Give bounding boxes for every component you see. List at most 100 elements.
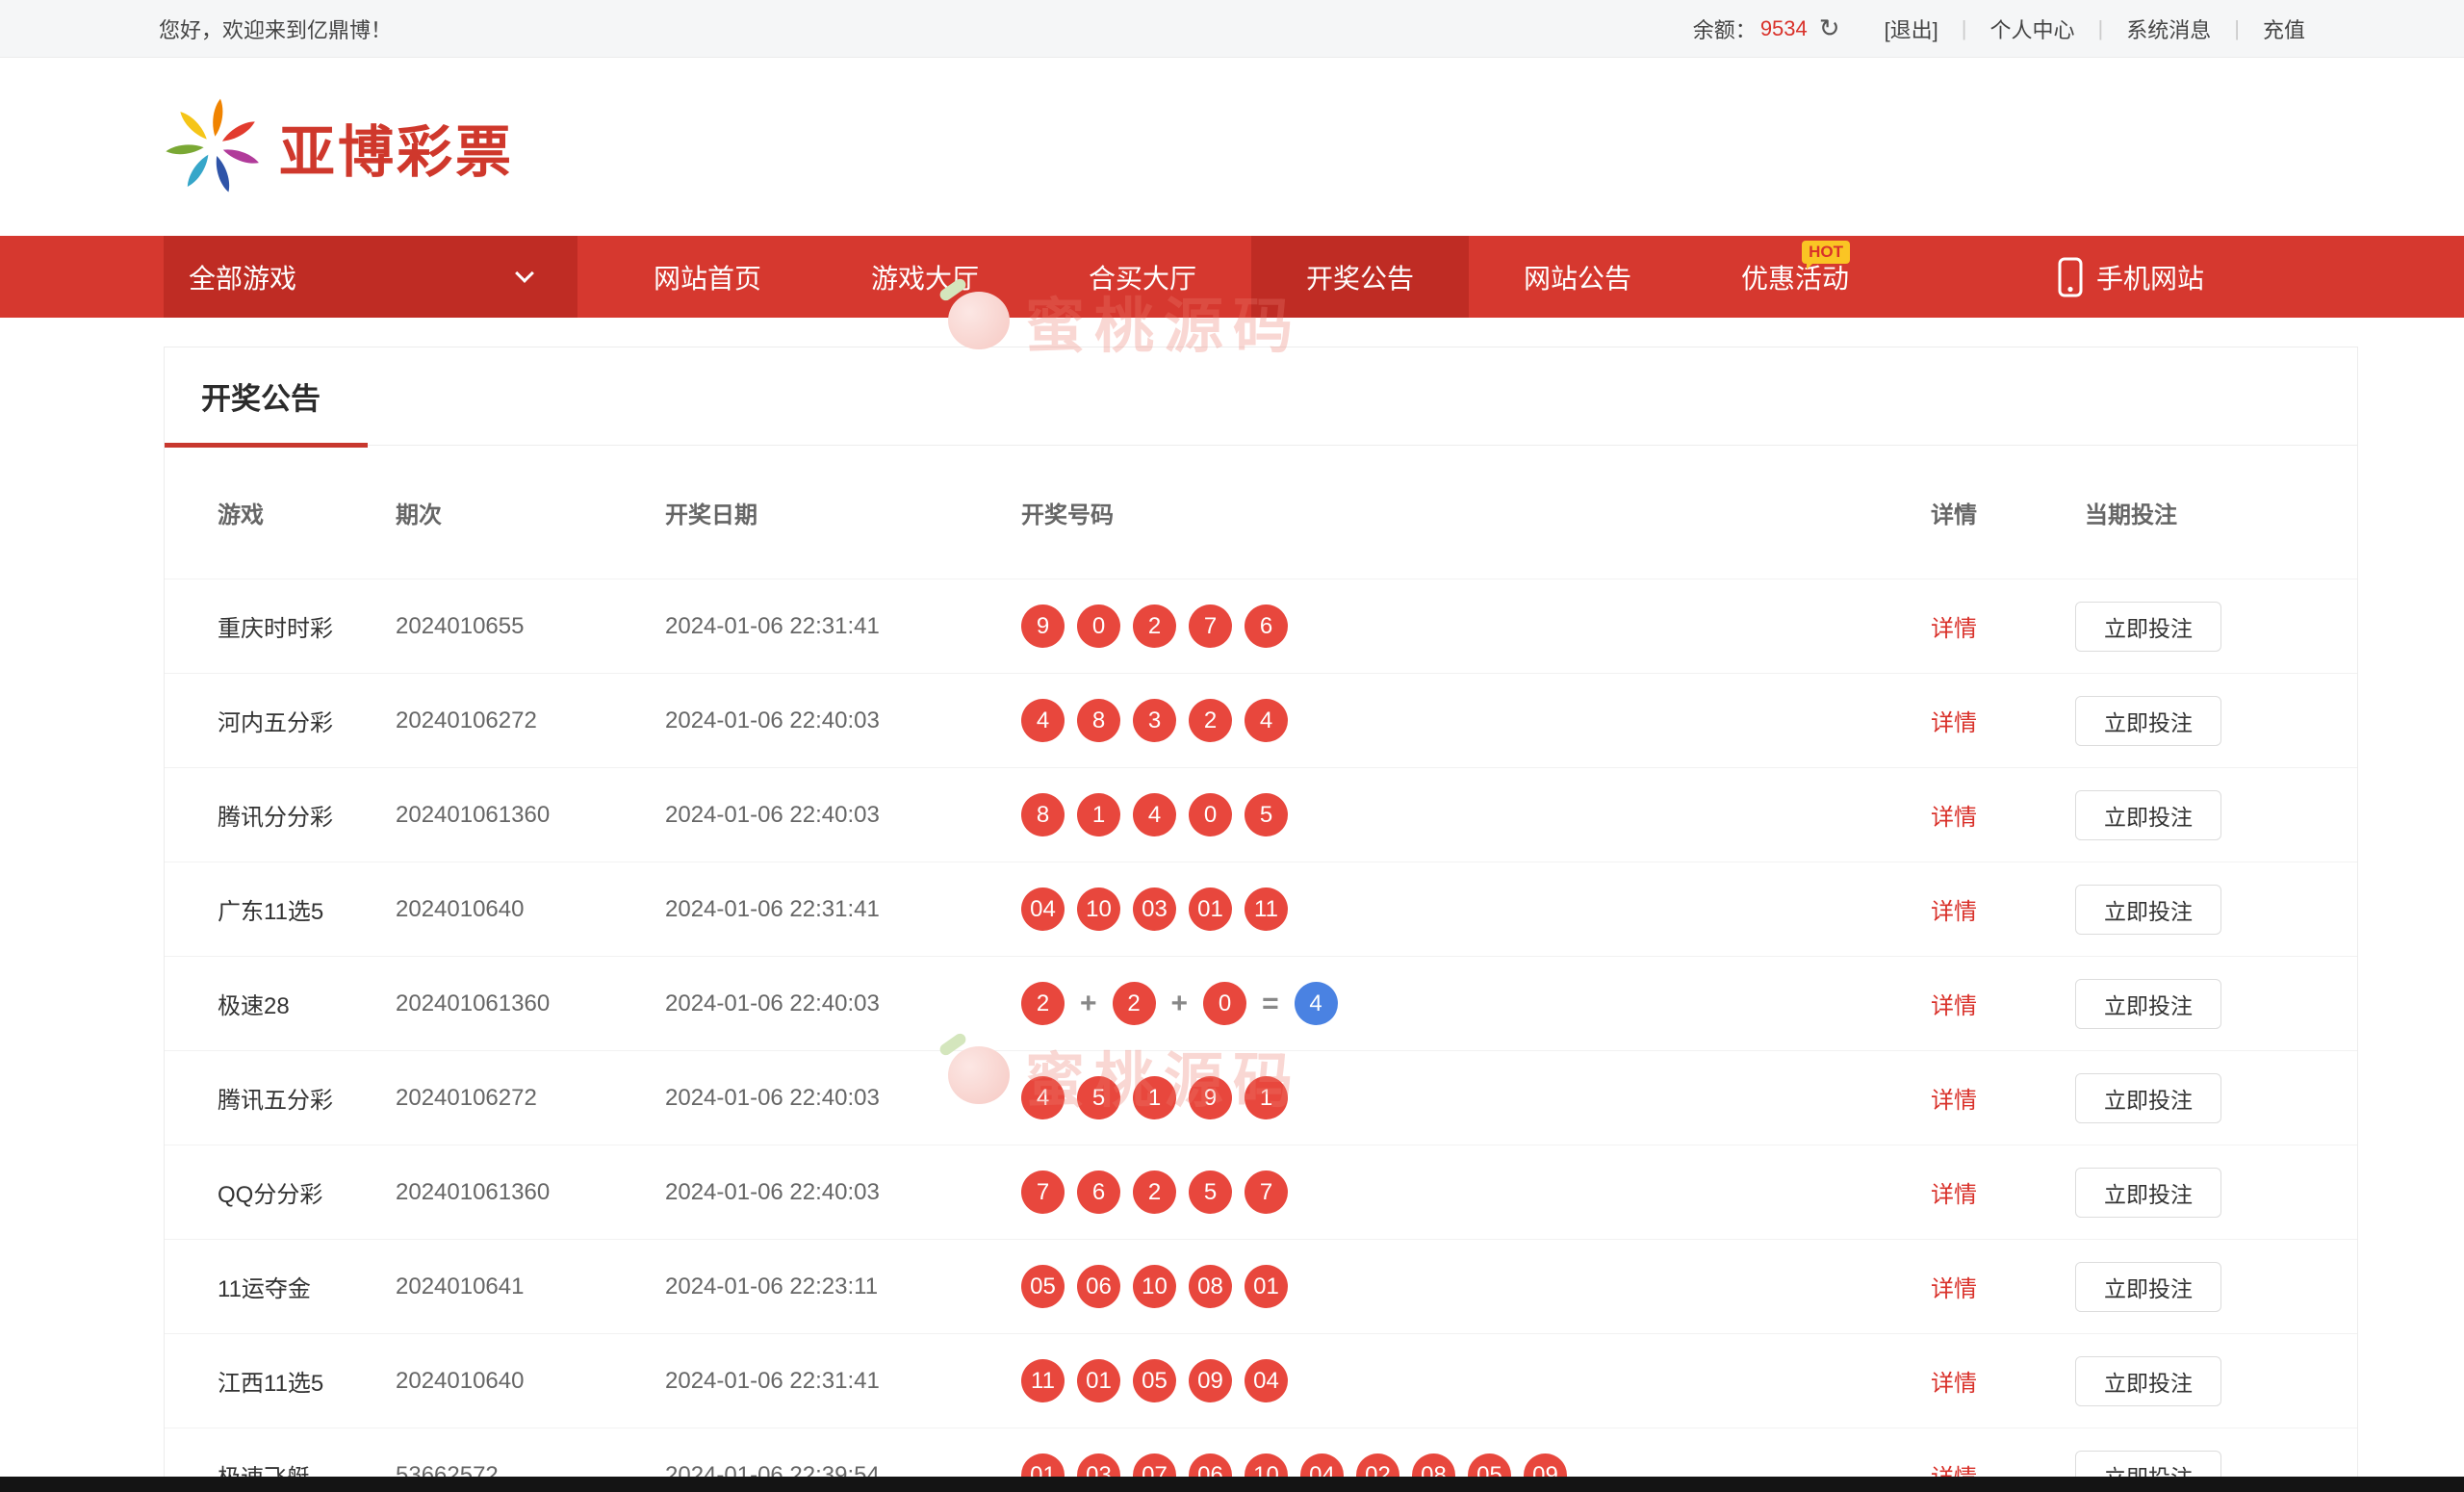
phone-icon xyxy=(2058,257,2083,297)
bet-cell: 立即投注 xyxy=(2046,885,2357,935)
detail-link[interactable]: 详情 xyxy=(1931,1088,1977,1114)
bet-now-button[interactable]: 立即投注 xyxy=(2075,790,2221,840)
separator: | xyxy=(1962,16,1967,41)
bet-now-button[interactable]: 立即投注 xyxy=(2075,1356,2221,1406)
separator: | xyxy=(2234,16,2240,41)
table-row: 河内五分彩202401062722024-01-06 22:40:0348324… xyxy=(165,673,2357,767)
detail-link[interactable]: 详情 xyxy=(1931,1371,1977,1397)
logout-link[interactable]: [退出] xyxy=(1885,13,1938,44)
lottery-ball: 4 xyxy=(1245,699,1288,742)
lottery-ball: 4 xyxy=(1021,1076,1065,1119)
site-header: 亚博彩票 xyxy=(0,58,2464,236)
draw-numbers: 1101050904 xyxy=(1021,1359,1931,1402)
lottery-ball: 1 xyxy=(1245,1076,1288,1119)
lottery-ball: 7 xyxy=(1245,1170,1288,1214)
brand-logo[interactable]: 亚博彩票 xyxy=(164,94,514,199)
balance-value: 9534 xyxy=(1760,16,1808,41)
nav-item-2[interactable]: 合买大厅 xyxy=(1034,236,1251,318)
nav-items: 网站首页游戏大厅合买大厅 开奖公告 网站公告 优惠活动HOT手机网站 xyxy=(599,236,2358,318)
operator: + xyxy=(1171,988,1189,1020)
draw-date: 2024-01-06 22:40:03 xyxy=(665,1085,1021,1112)
lottery-ball: 0 xyxy=(1203,982,1246,1025)
bet-now-button[interactable]: 立即投注 xyxy=(2075,1168,2221,1218)
draw-numbers: 0410030111 xyxy=(1021,887,1931,931)
period-number: 2024010640 xyxy=(396,1368,665,1395)
detail-link[interactable]: 详情 xyxy=(1931,616,1977,642)
lottery-ball: 03 xyxy=(1133,887,1176,931)
detail-link[interactable]: 详情 xyxy=(1931,1276,1977,1302)
lottery-ball: 8 xyxy=(1021,793,1065,836)
period-number: 20240106272 xyxy=(396,707,665,734)
nav-item-3[interactable]: 开奖公告 xyxy=(1251,236,1469,318)
detail-link[interactable]: 详情 xyxy=(1931,710,1977,736)
system-messages-link[interactable]: 系统消息 xyxy=(2126,13,2211,44)
lottery-ball: 9 xyxy=(1189,1076,1232,1119)
header-game: 游戏 xyxy=(218,496,396,529)
draw-date: 2024-01-06 22:40:03 xyxy=(665,1179,1021,1206)
bet-now-button[interactable]: 立即投注 xyxy=(2075,979,2221,1029)
lottery-ball: 2 xyxy=(1113,982,1156,1025)
lottery-ball: 4 xyxy=(1133,793,1176,836)
lottery-ball: 03 xyxy=(1077,1453,1120,1479)
lottery-ball: 10 xyxy=(1245,1453,1288,1479)
table-row: 腾讯五分彩202401062722024-01-06 22:40:0345191… xyxy=(165,1050,2357,1145)
bet-now-button[interactable]: 立即投注 xyxy=(2075,1073,2221,1123)
bet-cell: 立即投注 xyxy=(2046,979,2357,1029)
draw-numbers: 90276 xyxy=(1021,605,1931,648)
period-number: 2024010655 xyxy=(396,613,665,640)
lottery-ball: 05 xyxy=(1133,1359,1176,1402)
nav-item-6[interactable]: 手机网站 xyxy=(1904,236,2358,318)
user-center-link[interactable]: 个人中心 xyxy=(1990,13,2075,44)
pinwheel-logo-icon xyxy=(164,94,264,199)
balance-label: 余额： xyxy=(1693,13,1757,44)
detail-link[interactable]: 详情 xyxy=(1931,993,1977,1019)
detail-cell: 详情 xyxy=(1931,1175,2046,1209)
nav-item-5[interactable]: 优惠活动HOT xyxy=(1686,236,1904,318)
lottery-ball: 02 xyxy=(1356,1453,1399,1479)
detail-link[interactable]: 详情 xyxy=(1931,805,1977,831)
lottery-ball: 01 xyxy=(1077,1359,1120,1402)
lottery-ball: 1 xyxy=(1133,1076,1176,1119)
bet-now-button[interactable]: 立即投注 xyxy=(2075,1262,2221,1312)
game-name: 腾讯五分彩 xyxy=(218,1081,396,1115)
detail-cell: 详情 xyxy=(1931,798,2046,832)
lottery-ball: 5 xyxy=(1189,1170,1232,1214)
lottery-ball: 11 xyxy=(1245,887,1288,931)
lottery-ball: 1 xyxy=(1077,793,1120,836)
lottery-ball: 6 xyxy=(1245,605,1288,648)
game-name: 极速28 xyxy=(218,987,396,1020)
main-nav: 全部游戏 网站首页游戏大厅合买大厅 开奖公告 网站公告 优惠活动HOT手机网站 xyxy=(0,236,2464,318)
nav-item-4[interactable]: 网站公告 xyxy=(1469,236,1686,318)
table-row: 广东11选520240106402024-01-06 22:31:4104100… xyxy=(165,862,2357,956)
nav-item-label: 网站公告 xyxy=(1524,258,1631,296)
bet-now-button[interactable]: 立即投注 xyxy=(2075,885,2221,935)
detail-link[interactable]: 详情 xyxy=(1931,1182,1977,1208)
all-games-dropdown[interactable]: 全部游戏 xyxy=(164,236,578,318)
table-row: 江西11选520240106402024-01-06 22:31:4111010… xyxy=(165,1333,2357,1428)
draw-date: 2024-01-06 22:31:41 xyxy=(665,613,1021,640)
detail-link[interactable]: 详情 xyxy=(1931,899,1977,925)
bet-now-button[interactable]: 立即投注 xyxy=(2075,1451,2221,1479)
refresh-icon[interactable]: ↻ xyxy=(1819,13,1840,43)
bet-cell: 立即投注 xyxy=(2046,1356,2357,1406)
welcome-message: 您好，欢迎来到亿鼎博！ xyxy=(159,13,392,44)
nav-item-label: 开奖公告 xyxy=(1306,258,1414,296)
bet-now-button[interactable]: 立即投注 xyxy=(2075,602,2221,652)
lottery-ball: 05 xyxy=(1021,1265,1065,1308)
nav-item-0[interactable]: 网站首页 xyxy=(599,236,816,318)
table-row: 腾讯分分彩2024010613602024-01-06 22:40:038140… xyxy=(165,767,2357,862)
bet-now-button[interactable]: 立即投注 xyxy=(2075,696,2221,746)
lottery-ball: 05 xyxy=(1468,1453,1511,1479)
bet-cell: 立即投注 xyxy=(2046,1451,2357,1479)
topbar-right: 余额： 9534 ↻ [退出] | 个人中心 | 系统消息 | 充值 xyxy=(1693,13,2305,44)
draw-numbers: 45191 xyxy=(1021,1076,1931,1119)
lottery-ball: 09 xyxy=(1524,1453,1567,1479)
lottery-ball: 06 xyxy=(1077,1265,1120,1308)
nav-item-1[interactable]: 游戏大厅 xyxy=(816,236,1034,318)
balance: 余额： 9534 ↻ xyxy=(1693,13,1840,44)
game-name: 广东11选5 xyxy=(218,892,396,926)
nav-inner: 全部游戏 网站首页游戏大厅合买大厅 开奖公告 网站公告 优惠活动HOT手机网站 xyxy=(164,236,2358,318)
lottery-ball: 01 xyxy=(1189,887,1232,931)
detail-cell: 详情 xyxy=(1931,1270,2046,1303)
recharge-link[interactable]: 充值 xyxy=(2263,13,2305,44)
